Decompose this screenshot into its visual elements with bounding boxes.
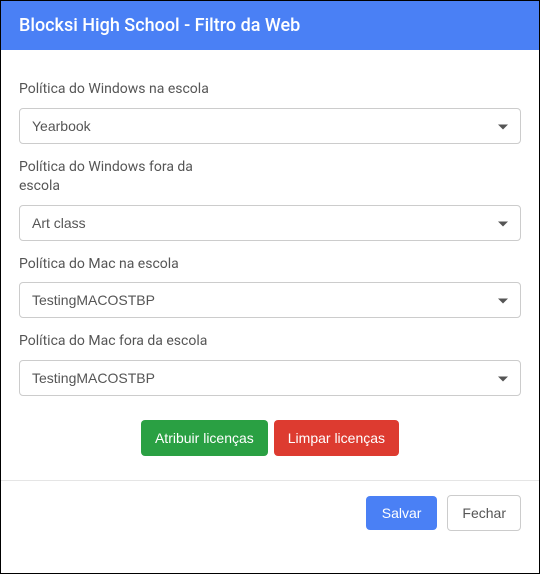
assign-licenses-button[interactable]: Atribuir licenças — [141, 420, 268, 456]
save-button[interactable]: Salvar — [366, 496, 438, 530]
close-button[interactable]: Fechar — [447, 495, 521, 531]
select-mac-in-school[interactable]: TestingMACOSTBP — [19, 282, 521, 318]
field-windows-out-school: Política do Windows fora da escola Art c… — [19, 158, 521, 241]
label-windows-out-school: Política do Windows fora da escola — [19, 158, 219, 197]
field-windows-in-school: Política do Windows na escola Yearbook — [19, 80, 521, 144]
clear-licenses-button[interactable]: Limpar licenças — [274, 420, 399, 456]
license-actions: Atribuir licenças Limpar licenças — [19, 420, 521, 456]
field-mac-out-school: Política do Mac fora da escola TestingMA… — [19, 332, 521, 396]
select-wrap: Yearbook — [19, 108, 521, 144]
dialog-title: Blocksi High School - Filtro da Web — [19, 15, 300, 36]
dialog-content: Política do Windows na escola Yearbook P… — [1, 50, 539, 480]
select-wrap: Art class — [19, 205, 521, 241]
label-mac-in-school: Política do Mac na escola — [19, 255, 219, 275]
select-wrap: TestingMACOSTBP — [19, 360, 521, 396]
dialog-header: Blocksi High School - Filtro da Web — [1, 1, 539, 50]
select-mac-out-school[interactable]: TestingMACOSTBP — [19, 360, 521, 396]
dialog-footer: Salvar Fechar — [1, 480, 539, 545]
select-wrap: TestingMACOSTBP — [19, 282, 521, 318]
field-mac-in-school: Política do Mac na escola TestingMACOSTB… — [19, 255, 521, 319]
select-windows-in-school[interactable]: Yearbook — [19, 108, 521, 144]
select-windows-out-school[interactable]: Art class — [19, 205, 521, 241]
label-windows-in-school: Política do Windows na escola — [19, 80, 219, 100]
label-mac-out-school: Política do Mac fora da escola — [19, 332, 219, 352]
